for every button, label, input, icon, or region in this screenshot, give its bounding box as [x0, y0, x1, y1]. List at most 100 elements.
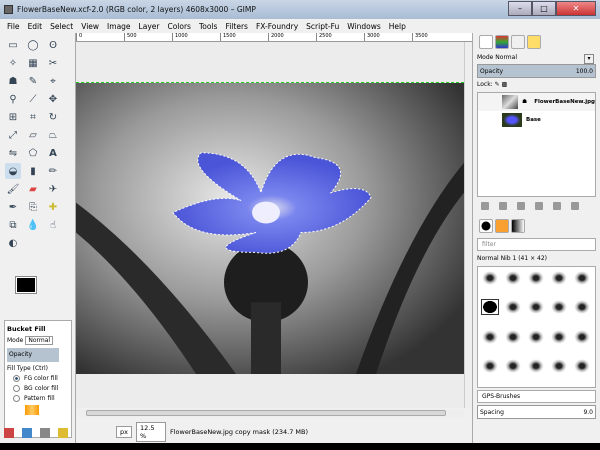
lower-layer-icon[interactable]: [517, 202, 525, 210]
rect-select-tool-icon[interactable]: ▭: [5, 37, 21, 53]
lock-label: Lock:: [477, 81, 493, 88]
patterns-tab[interactable]: [495, 219, 509, 233]
menu-edit[interactable]: Edit: [28, 22, 43, 31]
duplicate-layer-icon[interactable]: [535, 202, 543, 210]
ellipse-select-tool-icon[interactable]: ◯: [25, 37, 41, 53]
opacity-value[interactable]: 100.0: [576, 68, 593, 75]
perspective-clone-tool-icon[interactable]: ⧉: [5, 217, 21, 233]
scissors-tool-icon[interactable]: ✂: [45, 55, 61, 71]
spacing-value[interactable]: 9.0: [583, 409, 593, 416]
menu-layer[interactable]: Layer: [139, 22, 160, 31]
brushes-tab[interactable]: [479, 219, 493, 233]
measure-tool-icon[interactable]: ⟋: [25, 91, 41, 107]
gradients-tab[interactable]: [511, 219, 525, 233]
menu-file[interactable]: File: [7, 22, 20, 31]
pattern-fill-radio[interactable]: Pattern fill: [7, 395, 69, 402]
color-select-tool-icon[interactable]: ▦: [25, 55, 41, 71]
fill-type-label: Fill Type (Ctrl): [7, 365, 48, 372]
horizontal-scrollbar[interactable]: [76, 409, 464, 417]
fg-fill-radio[interactable]: FG color fill: [7, 375, 69, 382]
minimize-button[interactable]: –: [508, 1, 532, 16]
vertical-scrollbar[interactable]: [464, 42, 472, 408]
menu-fx-foundry[interactable]: FX-Foundry: [256, 22, 298, 31]
text-tool-icon[interactable]: A: [45, 145, 61, 161]
delete-layer-icon[interactable]: [571, 202, 579, 210]
color-picker-tool-icon[interactable]: ⌖: [45, 73, 61, 89]
cage-tool-icon[interactable]: ⬠: [25, 145, 41, 161]
menu-script-fu[interactable]: Script-Fu: [306, 22, 339, 31]
unit-select[interactable]: px: [116, 426, 132, 438]
layer-name: Base: [526, 117, 541, 123]
menu-select[interactable]: Select: [50, 22, 73, 31]
layer-row[interactable]: ☗ FlowerBaseNew.jpg: [478, 93, 595, 111]
channels-tab[interactable]: [495, 35, 509, 49]
menu-image[interactable]: Image: [107, 22, 131, 31]
menu-filters[interactable]: Filters: [225, 22, 247, 31]
undo-tab[interactable]: [527, 35, 541, 49]
paths-tab[interactable]: [511, 35, 525, 49]
layer-mode-select[interactable]: Normal: [495, 54, 517, 61]
lock-alpha-icon[interactable]: ▩: [502, 81, 508, 88]
color-swatches[interactable]: [15, 276, 46, 305]
menu-help[interactable]: Help: [389, 22, 406, 31]
fuzzy-select-tool-icon[interactable]: ✧: [5, 55, 21, 71]
rotate-tool-icon[interactable]: ↻: [45, 109, 61, 125]
maximize-button[interactable]: □: [532, 1, 556, 16]
perspective-tool-icon[interactable]: ⏢: [45, 127, 61, 143]
reset-options-icon[interactable]: [58, 428, 68, 438]
airbrush-tool-icon[interactable]: ✈: [45, 181, 61, 197]
paintbrush-tool-icon[interactable]: 🖌: [5, 181, 21, 197]
menu-view[interactable]: View: [81, 22, 99, 31]
scale-tool-icon[interactable]: ⤢: [5, 127, 21, 143]
flip-tool-icon[interactable]: ⇋: [5, 145, 21, 161]
brush-tag-select[interactable]: GPS-Brushes: [477, 390, 596, 403]
heal-tool-icon[interactable]: ✚: [45, 199, 61, 215]
status-bar: px 12.5 % FlowerBaseNew.jpg copy mask (2…: [76, 421, 472, 443]
eraser-tool-icon[interactable]: ▰: [25, 181, 41, 197]
opacity-slider[interactable]: Opacity: [7, 348, 59, 362]
brushes-grid[interactable]: [477, 266, 596, 388]
pattern-preview[interactable]: [25, 405, 39, 415]
blur-tool-icon[interactable]: 💧: [25, 217, 41, 233]
bg-fill-radio[interactable]: BG color fill: [7, 385, 69, 392]
shear-tool-icon[interactable]: ▱: [25, 127, 41, 143]
raise-layer-icon[interactable]: [499, 202, 507, 210]
free-select-tool-icon[interactable]: ʘ: [45, 37, 61, 53]
paths-tool-icon[interactable]: ✎: [25, 73, 41, 89]
save-options-icon[interactable]: [4, 428, 14, 438]
close-button[interactable]: ✕: [556, 1, 596, 16]
crop-tool-icon[interactable]: ⌗: [25, 109, 41, 125]
layer-opacity-slider[interactable]: Opacity 100.0: [477, 64, 596, 78]
lock-pixels-icon[interactable]: ✎: [495, 81, 500, 88]
image-flower[interactable]: [76, 82, 464, 374]
pencil-tool-icon[interactable]: ✏: [45, 163, 61, 179]
dodge-burn-tool-icon[interactable]: ◐: [5, 235, 21, 251]
spacing-slider[interactable]: Spacing 9.0: [477, 405, 596, 419]
chevron-down-icon[interactable]: ▾: [584, 54, 594, 64]
zoom-tool-icon[interactable]: ⚲: [5, 91, 21, 107]
clone-tool-icon[interactable]: ⎘: [25, 199, 41, 215]
foreground-select-tool-icon[interactable]: ☗: [5, 73, 21, 89]
move-tool-icon[interactable]: ✥: [45, 91, 61, 107]
smudge-tool-icon[interactable]: ☝: [45, 217, 61, 233]
zoom-select[interactable]: 12.5 %: [135, 422, 166, 442]
layers-tab[interactable]: [479, 35, 493, 49]
mode-select[interactable]: Normal: [25, 336, 54, 345]
ink-tool-icon[interactable]: ✒: [5, 199, 21, 215]
layer-row[interactable]: Base: [478, 111, 595, 129]
canvas[interactable]: [76, 42, 464, 408]
align-tool-icon[interactable]: ⊞: [5, 109, 21, 125]
anchor-layer-icon[interactable]: [553, 202, 561, 210]
restore-options-icon[interactable]: [22, 428, 32, 438]
new-layer-icon[interactable]: [481, 202, 489, 210]
delete-options-icon[interactable]: [40, 428, 50, 438]
menu-windows[interactable]: Windows: [347, 22, 380, 31]
foreground-color[interactable]: [15, 276, 37, 294]
brush-filter-input[interactable]: filter: [477, 238, 596, 251]
horizontal-ruler[interactable]: 0 500 1000 1500 2000 2500 3000 3500: [76, 33, 472, 42]
menu-colors[interactable]: Colors: [167, 22, 191, 31]
menu-tools[interactable]: Tools: [199, 22, 217, 31]
bucket-fill-tool-icon[interactable]: ◒: [5, 163, 21, 179]
blend-tool-icon[interactable]: ▮: [25, 163, 41, 179]
bg-fill-label: BG color fill: [24, 385, 59, 392]
